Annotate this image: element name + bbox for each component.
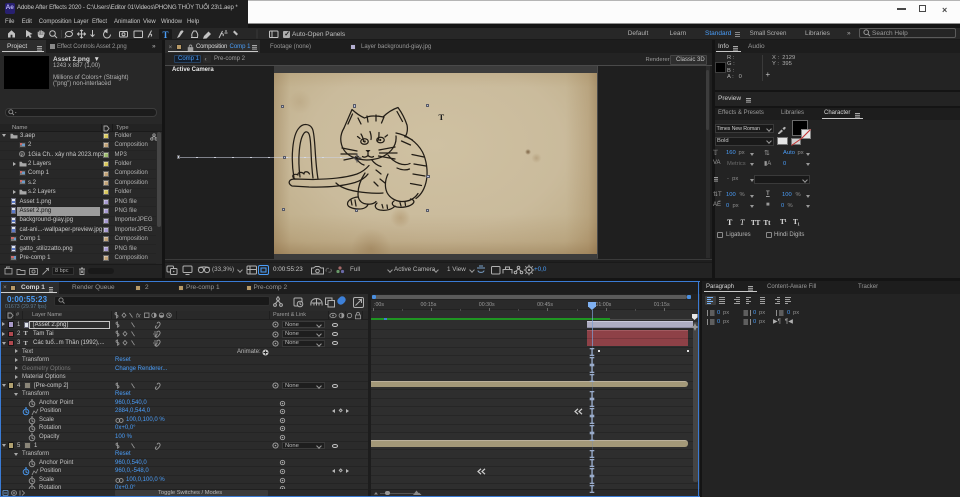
svg-text:fx: fx xyxy=(136,314,142,320)
